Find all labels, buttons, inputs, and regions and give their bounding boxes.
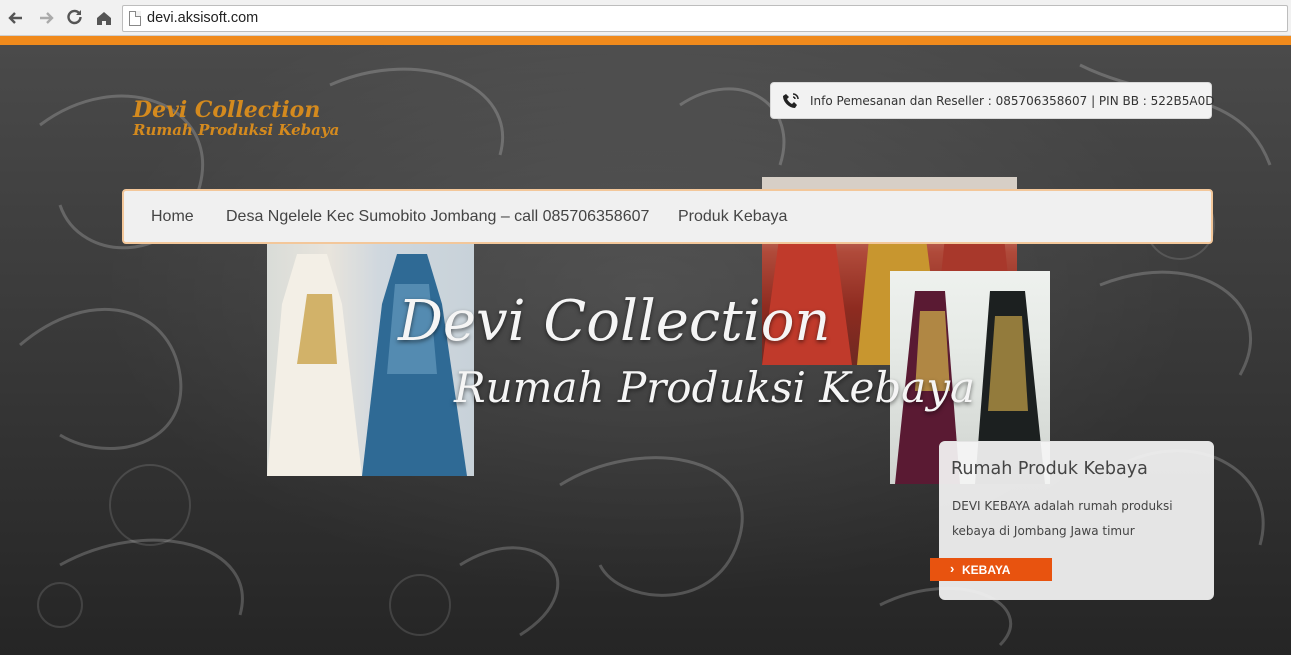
main-menu: Home Desa Ngelele Kec Sumobito Jombang –… <box>122 189 1213 244</box>
hero-section: Devi Collection Rumah Produksi Kebaya In… <box>0 45 1291 655</box>
logo-subtitle: Rumah Produksi Kebaya <box>133 121 340 139</box>
chevron-right-icon: › <box>950 561 955 576</box>
menu-item-produk-kebaya[interactable]: Produk Kebaya <box>678 208 787 226</box>
contact-info-box: Info Pemesanan dan Reseller : 0857063586… <box>770 82 1215 119</box>
kebaya-button-label: KEBAYA <box>962 563 1011 577</box>
card-title: Rumah Produk Kebaya <box>951 459 1148 479</box>
hero-headline: Devi Collection <box>398 289 831 354</box>
browser-toolbar: devi.aksisoft.com <box>0 0 1291 36</box>
kebaya-button[interactable]: › KEBAYA <box>930 558 1052 581</box>
logo-title: Devi Collection <box>133 97 321 123</box>
url-text[interactable]: devi.aksisoft.com <box>147 10 258 26</box>
menu-item-address[interactable]: Desa Ngelele Kec Sumobito Jombang – call… <box>226 208 649 226</box>
site-logo[interactable]: Devi Collection Rumah Produksi Kebaya <box>133 99 339 138</box>
address-bar[interactable]: devi.aksisoft.com <box>122 5 1288 32</box>
top-accent-bar <box>0 36 1291 45</box>
menu-item-home[interactable]: Home <box>151 208 194 226</box>
page-icon <box>129 11 141 26</box>
back-arrow-icon[interactable] <box>6 8 26 28</box>
card-description: DEVI KEBAYA adalah rumah produksi kebaya… <box>952 499 1173 538</box>
hero-subheadline: Rumah Produksi Kebaya <box>454 363 976 412</box>
phone-icon <box>783 93 799 108</box>
contact-info-text: Info Pemesanan dan Reseller : 0857063586… <box>810 94 1215 108</box>
home-icon[interactable] <box>94 8 114 28</box>
forward-arrow-icon[interactable] <box>36 8 56 28</box>
kebaya-photo-white-blue <box>267 244 474 476</box>
reload-icon[interactable] <box>65 8 85 28</box>
